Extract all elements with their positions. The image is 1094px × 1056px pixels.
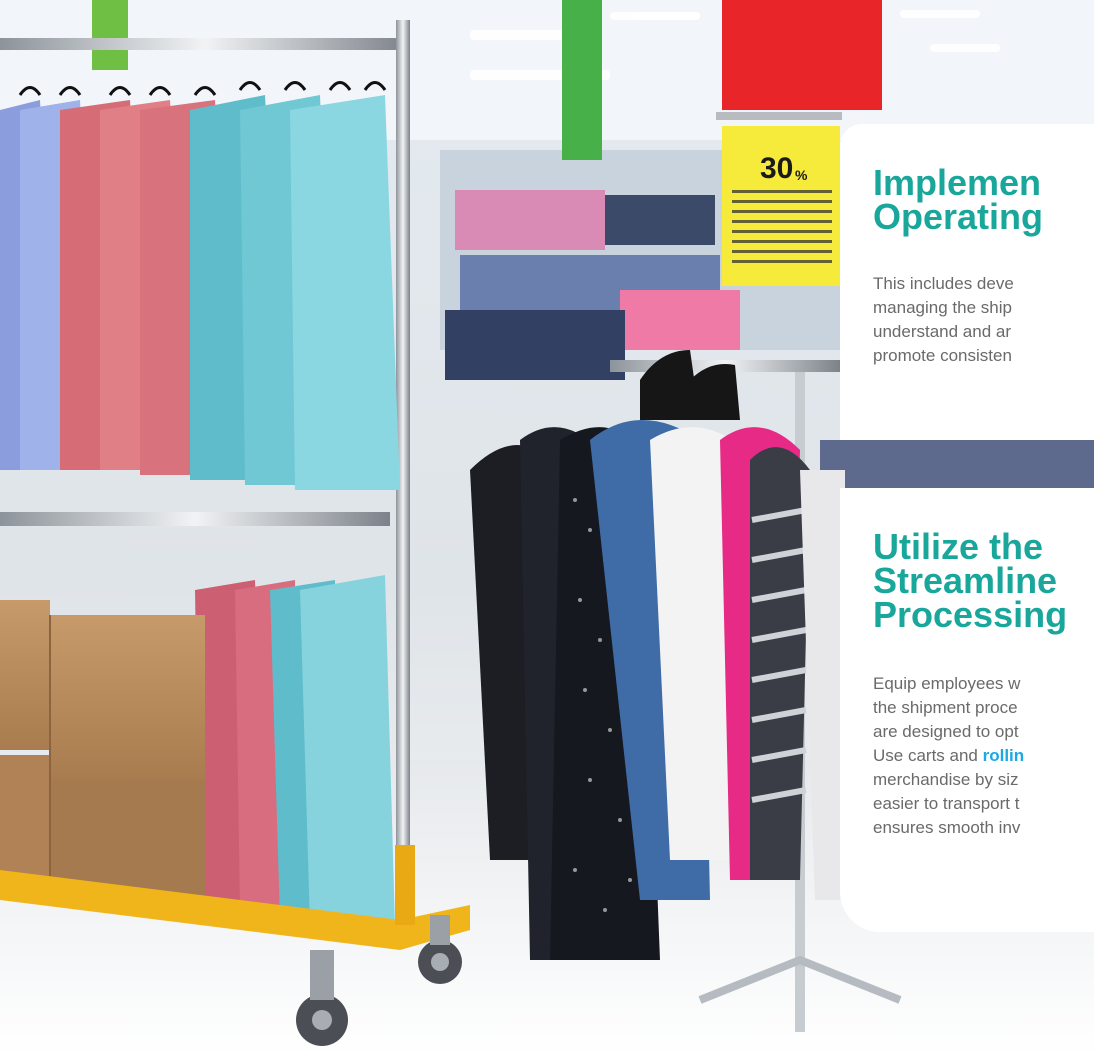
hanging-shirts-bottom	[195, 575, 395, 925]
card-body-line: ensures smooth inv	[873, 818, 1021, 837]
left-pillar-green	[92, 0, 128, 70]
card-body-line: are designed to opt	[873, 722, 1019, 741]
card-title: Implemen Operating	[873, 165, 1094, 237]
card-body: This includes deve managing the ship und…	[873, 272, 1094, 368]
card-body-line: managing the ship	[873, 298, 1012, 317]
green-banner	[562, 0, 602, 160]
card-body-line: Use carts and	[873, 746, 983, 765]
card-body-line: merchandise by siz	[873, 770, 1019, 789]
card-body-line: understand and ar	[873, 322, 1011, 341]
rolling-racks-link[interactable]: rollin	[983, 746, 1025, 765]
info-card-processing: Utilize the Streamline Processing Equip …	[840, 488, 1094, 932]
sale-banner	[722, 0, 882, 110]
card-body-line: Equip employees w	[873, 674, 1021, 693]
card-body-line: easier to transport t	[873, 794, 1020, 813]
sign-unit: %	[795, 167, 808, 183]
card-body-line: This includes deve	[873, 274, 1014, 293]
sign-percent: 30	[760, 152, 793, 185]
card-title-line: Operating	[873, 196, 1044, 237]
card-title: Utilize the Streamline Processing	[873, 529, 1094, 635]
cardboard-boxes	[0, 600, 205, 900]
card-body: Equip employees w the shipment proce are…	[873, 672, 1094, 840]
hanging-shirts-top	[0, 81, 400, 490]
card-title-line: Processing	[873, 594, 1068, 635]
price-sign: 30 %	[716, 112, 842, 286]
card-body-line: the shipment proce	[873, 698, 1018, 717]
info-card-operating: Implemen Operating This includes deve ma…	[840, 124, 1094, 440]
card-body-line: promote consisten	[873, 346, 1012, 365]
